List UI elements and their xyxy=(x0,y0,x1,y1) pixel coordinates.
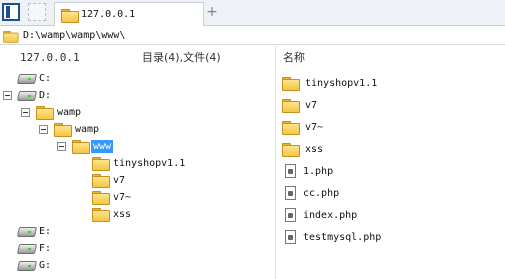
address-path: D:\wamp\wamp\www\ xyxy=(23,30,126,41)
tab-placeholder-button[interactable] xyxy=(28,3,46,21)
tree-label: v7 xyxy=(113,174,126,186)
list-item[interactable]: testmysql.php xyxy=(285,228,381,246)
php-file-icon xyxy=(285,208,296,222)
list-item[interactable]: index.php xyxy=(285,206,357,224)
tree-item-xss[interactable]: xss xyxy=(92,206,131,222)
tree-label: wamp xyxy=(75,123,100,135)
tree-item-wamp-inner[interactable]: wamp xyxy=(54,121,99,137)
tree-label: G: xyxy=(39,259,52,271)
list-item-label: v7~ xyxy=(305,121,324,133)
folder-icon xyxy=(282,99,300,113)
collapse-wamp-icon[interactable] xyxy=(21,108,30,117)
drive-icon xyxy=(18,243,34,253)
name-column-header[interactable]: 名称 xyxy=(283,46,305,68)
tab-127-0-0-1[interactable]: 127.0.0.1 xyxy=(54,2,204,26)
tree-item-drive-e[interactable]: E: xyxy=(18,223,51,239)
list-item[interactable]: v7~ xyxy=(282,118,323,136)
tree-label: v7~ xyxy=(113,191,132,203)
list-item[interactable]: 1.php xyxy=(285,162,333,180)
drive-icon xyxy=(18,260,34,270)
tree-label: tinyshopv1.1 xyxy=(113,157,186,169)
list-item[interactable]: cc.php xyxy=(285,184,339,202)
folder-icon xyxy=(36,106,54,120)
tab-title: 127.0.0.1 xyxy=(81,9,136,20)
tree-label: xss xyxy=(113,208,132,220)
tree-label: wamp xyxy=(57,106,82,118)
tab-bar: 127.0.0.1 + xyxy=(0,0,505,26)
folder-icon xyxy=(282,143,300,157)
list-item-label: index.php xyxy=(303,209,358,221)
tree-label: F: xyxy=(39,242,52,254)
folder-icon xyxy=(92,191,110,205)
new-tab-button[interactable]: + xyxy=(206,4,218,20)
tree-item-v7[interactable]: v7 xyxy=(92,172,125,188)
list-item[interactable]: xss xyxy=(282,140,323,158)
list-item[interactable]: tinyshopv1.1 xyxy=(282,74,377,92)
drive-icon xyxy=(18,226,34,236)
list-item-label: xss xyxy=(305,143,324,155)
collapse-d-icon[interactable] xyxy=(3,91,12,100)
folder-open-icon xyxy=(72,140,90,154)
drive-icon xyxy=(18,90,34,100)
tree-item-www[interactable]: www xyxy=(72,138,114,154)
folder-icon xyxy=(92,208,110,222)
tree-item-wamp[interactable]: wamp xyxy=(36,104,81,120)
tree-label: E: xyxy=(39,225,52,237)
tree-item-drive-d[interactable]: D: xyxy=(18,87,51,103)
drive-icon xyxy=(18,73,34,83)
tree-label: C: xyxy=(39,72,52,84)
folder-icon xyxy=(282,77,300,91)
address-bar[interactable]: D:\wamp\wamp\www\ xyxy=(0,27,505,45)
list-item-label: tinyshopv1.1 xyxy=(305,77,378,89)
php-file-icon xyxy=(285,186,296,200)
tree-item-v7-tilde[interactable]: v7~ xyxy=(92,189,131,205)
pane-toggle-icon[interactable] xyxy=(2,3,20,21)
tree-item-tinyshop[interactable]: tinyshopv1.1 xyxy=(92,155,185,171)
list-item-label: 1.php xyxy=(303,165,334,177)
collapse-wamp-inner-icon[interactable] xyxy=(39,125,48,134)
php-file-icon xyxy=(285,230,296,244)
folder-icon xyxy=(54,123,72,137)
tree-item-drive-f[interactable]: F: xyxy=(18,240,51,256)
list-item-label: testmysql.php xyxy=(303,231,382,243)
list-item-label: v7 xyxy=(305,99,318,111)
tree-item-drive-c[interactable]: C: xyxy=(18,70,51,86)
folder-icon xyxy=(282,121,300,135)
list-item[interactable]: v7 xyxy=(282,96,317,114)
php-file-icon xyxy=(285,164,296,178)
collapse-www-icon[interactable] xyxy=(57,142,66,151)
tree-item-drive-g[interactable]: G: xyxy=(18,257,51,273)
pane-divider[interactable] xyxy=(275,46,276,279)
folder-icon xyxy=(3,30,19,43)
list-item-label: cc.php xyxy=(303,187,340,199)
folder-icon xyxy=(61,8,79,23)
folder-icon xyxy=(92,174,110,188)
summary-header: 目录(4),文件(4) xyxy=(142,51,221,64)
tree-label-selected: www xyxy=(91,139,114,153)
folder-icon xyxy=(92,157,110,171)
host-header: 127.0.0.1 xyxy=(20,50,80,64)
tree-label: D: xyxy=(39,89,52,101)
